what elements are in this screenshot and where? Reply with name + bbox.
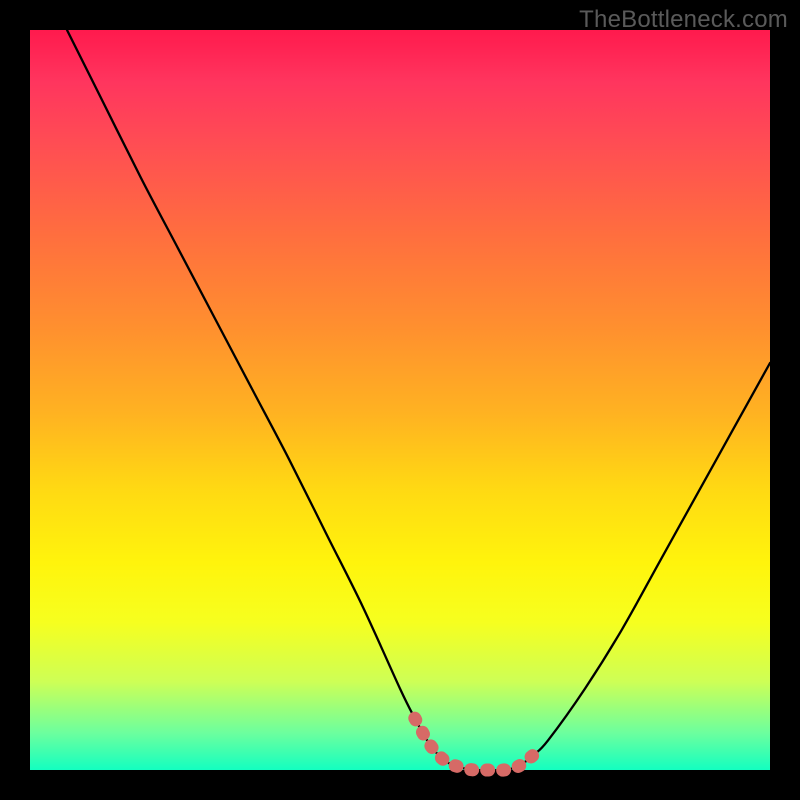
bottleneck-curve <box>67 30 770 770</box>
chart-svg <box>30 30 770 770</box>
watermark-text: TheBottleneck.com <box>579 6 788 34</box>
chart-plot-area <box>30 30 770 770</box>
valley-highlight <box>415 718 533 770</box>
chart-frame: TheBottleneck.com <box>0 0 800 800</box>
